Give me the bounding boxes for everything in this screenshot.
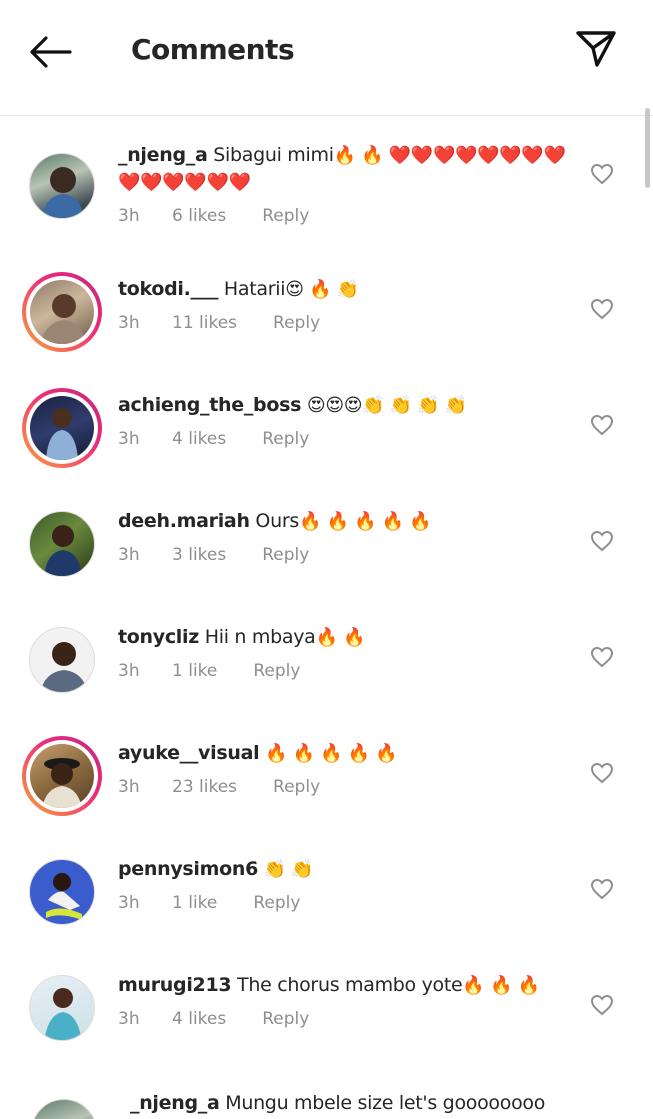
comment-username[interactable]: _njeng_a (130, 1092, 220, 1114)
comment-likes[interactable]: 4 likes (172, 1009, 226, 1029)
comment-emoji: 🔥 🔥 🔥 🔥 🔥 (265, 743, 398, 764)
comment-emoji: 🔥 🔥 🔥 🔥 🔥 (298, 511, 432, 532)
heart-icon (590, 762, 614, 784)
reply-button[interactable]: Reply (262, 206, 309, 226)
reply-button[interactable]: Reply (262, 1009, 309, 1029)
comment-username[interactable]: tonycliz (118, 626, 199, 648)
comment-body: Sibagui mimi (213, 144, 334, 166)
comment-username[interactable]: deeh.mariah (118, 510, 250, 532)
comment-username[interactable]: pennysimon6 (118, 858, 258, 880)
comment-time: 3h (118, 545, 140, 565)
avatar[interactable] (22, 852, 102, 932)
comment-item: tonycliz Hii n mbaya🔥 🔥 3h 1 like Reply (0, 604, 653, 720)
heart-icon (590, 298, 614, 320)
reply-button[interactable]: Reply (262, 429, 309, 449)
avatar[interactable] (22, 968, 102, 1048)
comment-emoji: 😍😍😍👏 👏 👏 👏 (306, 395, 467, 416)
reply-button[interactable]: Reply (262, 545, 309, 565)
comment-item: _njeng_a Sibagui mimi🔥 🔥 ❤️❤️❤️❤️❤️❤️❤️❤… (0, 116, 653, 256)
comment-likes[interactable]: 1 like (172, 661, 217, 681)
like-button[interactable] (586, 525, 618, 557)
comment-emoji: 😍 🔥 👏 (285, 279, 359, 300)
comment-time: 3h (118, 313, 140, 333)
comment-item: murugi213 The chorus mambo yote🔥 🔥 🔥 3h … (0, 952, 653, 1068)
paper-plane-icon (576, 31, 616, 67)
heart-icon (590, 646, 614, 668)
like-button[interactable] (586, 158, 618, 190)
avatar[interactable] (22, 736, 102, 816)
comment-item: ayuke__visual 🔥 🔥 🔥 🔥 🔥 3h 23 likes Repl… (0, 720, 653, 836)
like-button[interactable] (586, 873, 618, 905)
comment-username[interactable]: tokodi.___ (118, 278, 218, 300)
comment-username[interactable]: achieng_the_boss (118, 394, 301, 416)
reply-button[interactable]: Reply (273, 313, 320, 333)
avatar[interactable] (22, 620, 102, 700)
comment-time: 3h (118, 661, 140, 681)
comment-likes[interactable]: 4 likes (172, 429, 226, 449)
header-bar: Comments (0, 0, 653, 116)
comment-body: Mungu mbele size let's goooooooo (225, 1092, 546, 1114)
comment-emoji: 🔥 🔥 🔥 (462, 975, 540, 996)
comment-emoji: 👏 👏 (263, 859, 314, 880)
like-button[interactable] (586, 757, 618, 789)
reply-button[interactable]: Reply (253, 893, 300, 913)
comment-time: 3h (118, 206, 140, 226)
comment-item: deeh.mariah Ours🔥 🔥 🔥 🔥 🔥 3h 3 likes Rep… (0, 488, 653, 604)
avatar[interactable] (22, 272, 102, 352)
comment-body: Ours (255, 510, 299, 532)
comment-likes[interactable]: 6 likes (172, 206, 226, 226)
comment-time: 3h (118, 429, 140, 449)
comment-text: _njeng_a Sibagui mimi🔥 🔥 ❤️❤️❤️❤️❤️❤️❤️❤… (118, 142, 568, 196)
comment-username[interactable]: ayuke__visual (118, 742, 260, 764)
comment-item: tokodi.___ Hatarii😍 🔥 👏 3h 11 likes Repl… (0, 256, 653, 372)
comment-username[interactable]: _njeng_a (118, 144, 208, 166)
comment-body: Hatarii (223, 278, 286, 300)
reply-button[interactable]: Reply (253, 661, 300, 681)
like-button[interactable] (586, 293, 618, 325)
comment-time: 3h (118, 893, 140, 913)
share-button[interactable] (570, 24, 622, 72)
comment-likes[interactable]: 11 likes (172, 313, 237, 333)
comment-body: Hii n mbaya (204, 626, 316, 648)
comment-likes[interactable]: 23 likes (172, 777, 237, 797)
avatar[interactable] (22, 146, 102, 226)
heart-icon (590, 878, 614, 900)
reply-button[interactable]: Reply (273, 777, 320, 797)
comment-item: achieng_the_boss 😍😍😍👏 👏 👏 👏 3h 4 likes R… (0, 372, 653, 488)
page-title: Comments (131, 33, 295, 66)
heart-icon (590, 414, 614, 436)
arrow-left-icon (30, 36, 72, 68)
like-button[interactable] (586, 641, 618, 673)
comment-body: The chorus mambo yote (237, 974, 463, 996)
avatar[interactable] (22, 388, 102, 468)
heart-icon (590, 994, 614, 1016)
back-button[interactable] (24, 28, 76, 76)
like-button[interactable] (586, 409, 618, 441)
avatar[interactable] (22, 504, 102, 584)
like-button[interactable] (586, 989, 618, 1021)
comment-username[interactable]: murugi213 (118, 974, 232, 996)
heart-icon (590, 163, 614, 185)
comment-likes[interactable]: 3 likes (172, 545, 226, 565)
comment-time: 3h (118, 777, 140, 797)
avatar[interactable] (24, 1092, 104, 1119)
comment-emoji: 🔥 🔥 (315, 627, 366, 648)
heart-icon (590, 530, 614, 552)
comment-likes[interactable]: 1 like (172, 893, 217, 913)
comment-item: _njeng_a Mungu mbele size let's gooooooo… (0, 1082, 653, 1119)
comment-item: pennysimon6 👏 👏 3h 1 like Reply (0, 836, 653, 952)
comment-time: 3h (118, 1009, 140, 1029)
